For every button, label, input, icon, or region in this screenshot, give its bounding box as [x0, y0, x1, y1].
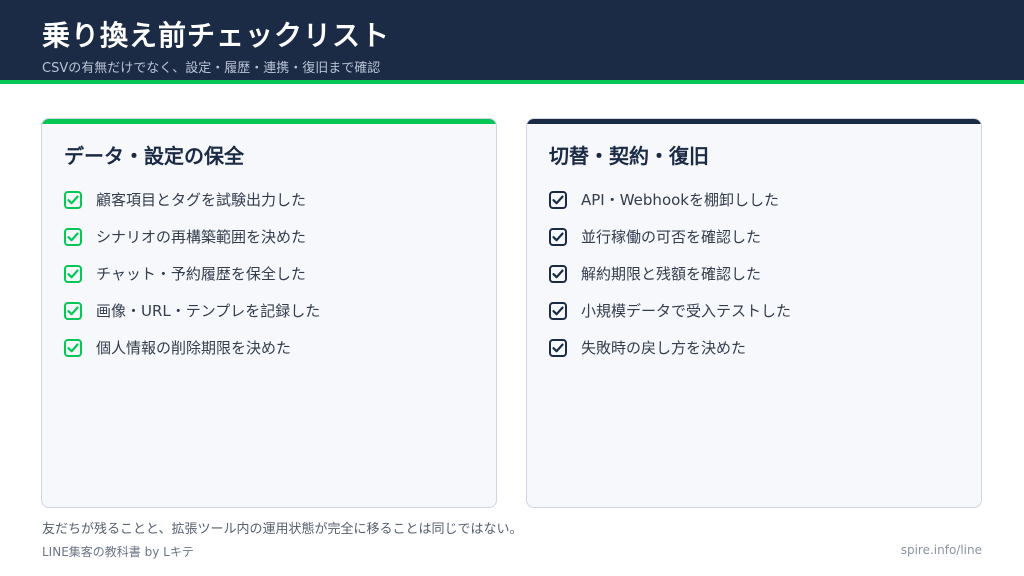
checklist-item: 解約期限と残額を確認した — [549, 255, 791, 292]
checklist-item-text: シナリオの再構築範囲を決めた — [96, 228, 307, 246]
checkbox-checked-icon — [549, 338, 567, 357]
checklist-item: API・Webhookを棚卸しした — [549, 181, 791, 218]
header-accent-line — [0, 80, 1024, 84]
checklist: 顧客項目とタグを試験出力した シナリオの再構築範囲を決めた チャット・予約履歴を… — [64, 181, 320, 366]
checklist-item: 顧客項目とタグを試験出力した — [64, 181, 320, 218]
checkbox-checked-icon — [549, 190, 567, 209]
checklist-item-text: 小規模データで受入テストした — [581, 302, 792, 320]
checkbox-checked-icon — [64, 227, 82, 246]
card-accent-bar — [527, 119, 981, 124]
checklist-item-text: 顧客項目とタグを試験出力した — [96, 191, 307, 209]
checkbox-checked-icon — [549, 264, 567, 283]
checklist-item-text: チャット・予約履歴を保全した — [96, 265, 306, 283]
checklist-item: 個人情報の削除期限を決めた — [64, 329, 320, 366]
card-accent-bar — [42, 119, 496, 124]
checklist-item: 画像・URL・テンプレを記録した — [64, 292, 320, 329]
page-subtitle: CSVの有無だけでなく、設定・履歴・連携・復旧まで確認 — [42, 61, 381, 76]
checklist-item: 失敗時の戻し方を決めた — [549, 329, 791, 366]
checkbox-checked-icon — [549, 227, 567, 246]
checklist-item-text: API・Webhookを棚卸しした — [581, 191, 779, 209]
checkbox-checked-icon — [64, 301, 82, 320]
footnote: 友だちが残ることと、拡張ツール内の運用状態が完全に移ることは同じではない。 — [42, 522, 523, 537]
checkbox-checked-icon — [64, 190, 82, 209]
card-heading: データ・設定の保全 — [64, 144, 244, 168]
checklist-item-text: 画像・URL・テンプレを記録した — [96, 302, 321, 320]
checklist-item-text: 個人情報の削除期限を決めた — [96, 339, 292, 357]
header: 乗り換え前チェックリスト CSVの有無だけでなく、設定・履歴・連携・復旧まで確認 — [0, 0, 1024, 80]
checklist-item: 小規模データで受入テストした — [549, 292, 791, 329]
checklist-item: シナリオの再構築範囲を決めた — [64, 218, 320, 255]
checklist-item: チャット・予約履歴を保全した — [64, 255, 320, 292]
checkbox-checked-icon — [549, 301, 567, 320]
checkbox-checked-icon — [64, 338, 82, 357]
footer-url: spire.info/line — [900, 543, 982, 557]
card-data-settings: データ・設定の保全 顧客項目とタグを試験出力した シナリオの再構築範囲を決めた … — [41, 118, 497, 508]
footer-brand: LINE集客の教科書 by Lキテ — [42, 545, 194, 559]
card-heading: 切替・契約・復旧 — [549, 144, 709, 168]
checklist-item-text: 解約期限と残額を確認した — [581, 265, 762, 283]
checklist: API・Webhookを棚卸しした 並行稼働の可否を確認した 解約期限と残額を確… — [549, 181, 791, 366]
page-title: 乗り換え前チェックリスト — [42, 19, 391, 52]
checkbox-checked-icon — [64, 264, 82, 283]
card-switch-contract: 切替・契約・復旧 API・Webhookを棚卸しした 並行稼働の可否を確認した … — [526, 118, 982, 508]
checklist-item: 並行稼働の可否を確認した — [549, 218, 791, 255]
checklist-item-text: 失敗時の戻し方を決めた — [581, 339, 747, 357]
checklist-item-text: 並行稼働の可否を確認した — [581, 228, 762, 246]
